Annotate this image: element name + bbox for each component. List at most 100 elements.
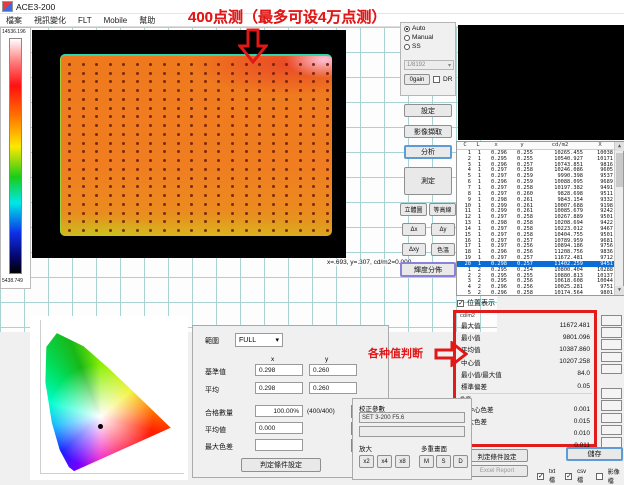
- multiview-S-button[interactable]: S: [436, 455, 451, 468]
- judge-condition-button[interactable]: 判定條件設定: [466, 449, 528, 462]
- measure-point: [68, 63, 71, 66]
- measure-point: [285, 107, 288, 110]
- mean-field[interactable]: 0.000: [255, 422, 303, 434]
- save-button[interactable]: 儲存: [566, 447, 623, 461]
- measure-point: [204, 185, 207, 188]
- measure-point: [136, 203, 139, 206]
- delta-xy-button[interactable]: Δxy: [402, 243, 426, 256]
- measure-point: [68, 124, 71, 127]
- mode-radio-auto[interactable]: Auto: [404, 25, 455, 32]
- measure-point: [122, 124, 125, 127]
- radio-icon[interactable]: [404, 35, 410, 41]
- cie-chromaticity-diagram[interactable]: [44, 322, 182, 472]
- measure-point: [326, 229, 329, 232]
- measure-point: [231, 98, 234, 101]
- table-col-y: y: [509, 142, 535, 149]
- table-scrollbar[interactable]: ▲ ▼: [614, 142, 623, 295]
- luminance-distribution-button[interactable]: 輝度分佈: [400, 262, 456, 277]
- settings-button[interactable]: 設定: [404, 104, 452, 117]
- measure-point: [68, 203, 71, 206]
- export-check-0[interactable]: [537, 473, 544, 480]
- measure-point: [285, 89, 288, 92]
- measure-point: [272, 159, 275, 162]
- average-y-field[interactable]: 0.260: [309, 382, 357, 394]
- measure-point: [204, 80, 207, 83]
- position-display-checkbox[interactable]: [457, 300, 464, 307]
- measure-point: [285, 98, 288, 101]
- measure-point: [82, 107, 85, 110]
- menu-item-2[interactable]: FLT: [78, 16, 92, 25]
- multiview-D-button[interactable]: D: [453, 455, 468, 468]
- pass-count-value: (400/400): [307, 408, 335, 415]
- maxdiff-field[interactable]: [255, 439, 303, 451]
- mode-radio-manual[interactable]: Manual: [404, 34, 455, 41]
- delta-x-button[interactable]: Δx: [402, 223, 426, 236]
- radio-icon[interactable]: [404, 44, 410, 50]
- calibration-value-field: SET 3-200 F5.6: [359, 412, 465, 423]
- measure-point: [312, 72, 315, 75]
- dr-checkbox[interactable]: [433, 76, 440, 83]
- measure-point: [312, 150, 315, 153]
- shutter-dropdown[interactable]: 1/8192▾: [404, 60, 454, 70]
- multiview-M-button[interactable]: M: [419, 455, 434, 468]
- measure-point: [136, 133, 139, 136]
- zoom-x4-button[interactable]: x4: [377, 455, 392, 468]
- scroll-down-icon[interactable]: ▼: [615, 286, 624, 295]
- measure-point: [258, 72, 261, 75]
- average-x-field[interactable]: 0.298: [255, 382, 303, 394]
- measure-point: [68, 133, 71, 136]
- scroll-up-icon[interactable]: ▲: [615, 142, 624, 151]
- reference-x-field[interactable]: 0.298: [255, 364, 303, 376]
- menu-item-4[interactable]: 幫助: [139, 15, 155, 26]
- luminance-heatmap[interactable]: [60, 54, 332, 236]
- section-title-chroma: 色度: [460, 395, 594, 403]
- pass-percent-field: 100.00%: [255, 405, 303, 417]
- reference-y-field[interactable]: 0.260: [309, 364, 357, 376]
- radio-icon[interactable]: [404, 26, 410, 32]
- measure-point: [109, 133, 112, 136]
- measurement-image-area[interactable]: [32, 30, 346, 258]
- measurement-table[interactable]: CLxycd/m2X 110.2960.25510265.45510038210…: [456, 141, 624, 296]
- measure-point: [149, 80, 152, 83]
- image-capture-button[interactable]: 影像擷取: [404, 125, 452, 138]
- table-row[interactable]: 520.2960.25810174.5649801: [457, 290, 615, 296]
- lum-label: 標準偏差: [461, 381, 487, 391]
- measure-point: [82, 159, 85, 162]
- measure-point: [326, 212, 329, 215]
- contour-button[interactable]: 等高線: [429, 203, 456, 216]
- panel-judge-condition-button[interactable]: 判定條件設定: [241, 458, 321, 472]
- position-display-row[interactable]: 位置表示: [457, 298, 495, 308]
- color-temp-button[interactable]: 色溫: [431, 243, 455, 256]
- analyze-button[interactable]: 分析: [404, 145, 452, 159]
- range-dropdown[interactable]: FULL▾: [235, 333, 283, 347]
- app-window: ACE3-200 檔案視訊變化FLTMobile幫助 14536.196 543…: [0, 0, 624, 480]
- measure-point: [272, 150, 275, 153]
- solid3d-button[interactable]: 立體圖: [400, 203, 427, 216]
- measure-point: [95, 194, 98, 197]
- measure-point: [204, 220, 207, 223]
- measure-point: [312, 115, 315, 118]
- average-label: 平均: [205, 385, 219, 395]
- export-check-1[interactable]: [565, 473, 572, 480]
- menu-item-0[interactable]: 檔案: [6, 15, 22, 26]
- measure-point: [177, 124, 180, 127]
- zoom-x8-button[interactable]: x8: [395, 455, 410, 468]
- range-label: 範圍: [205, 336, 219, 346]
- mode-radio-ss[interactable]: SS: [404, 43, 455, 50]
- measure-point: [204, 72, 207, 75]
- menu-item-3[interactable]: Mobile: [104, 16, 128, 25]
- measure-button[interactable]: 測定: [404, 167, 452, 195]
- excel-report-button[interactable]: Excel Report: [466, 465, 528, 477]
- gain-button[interactable]: 0gain: [404, 74, 430, 85]
- export-check-2[interactable]: [596, 473, 603, 480]
- scrollbar-thumb[interactable]: [616, 153, 623, 187]
- zoom-x2-button[interactable]: x2: [359, 455, 374, 468]
- menu-item-1[interactable]: 視訊變化: [34, 15, 66, 26]
- measure-point: [122, 229, 125, 232]
- pass-count-label: 合格數量: [205, 408, 233, 418]
- scale-min-value: 5438.749: [2, 278, 23, 284]
- table-cell: 2: [473, 290, 483, 296]
- measure-point: [149, 220, 152, 223]
- measure-point: [272, 89, 275, 92]
- delta-y-button[interactable]: Δy: [431, 223, 455, 236]
